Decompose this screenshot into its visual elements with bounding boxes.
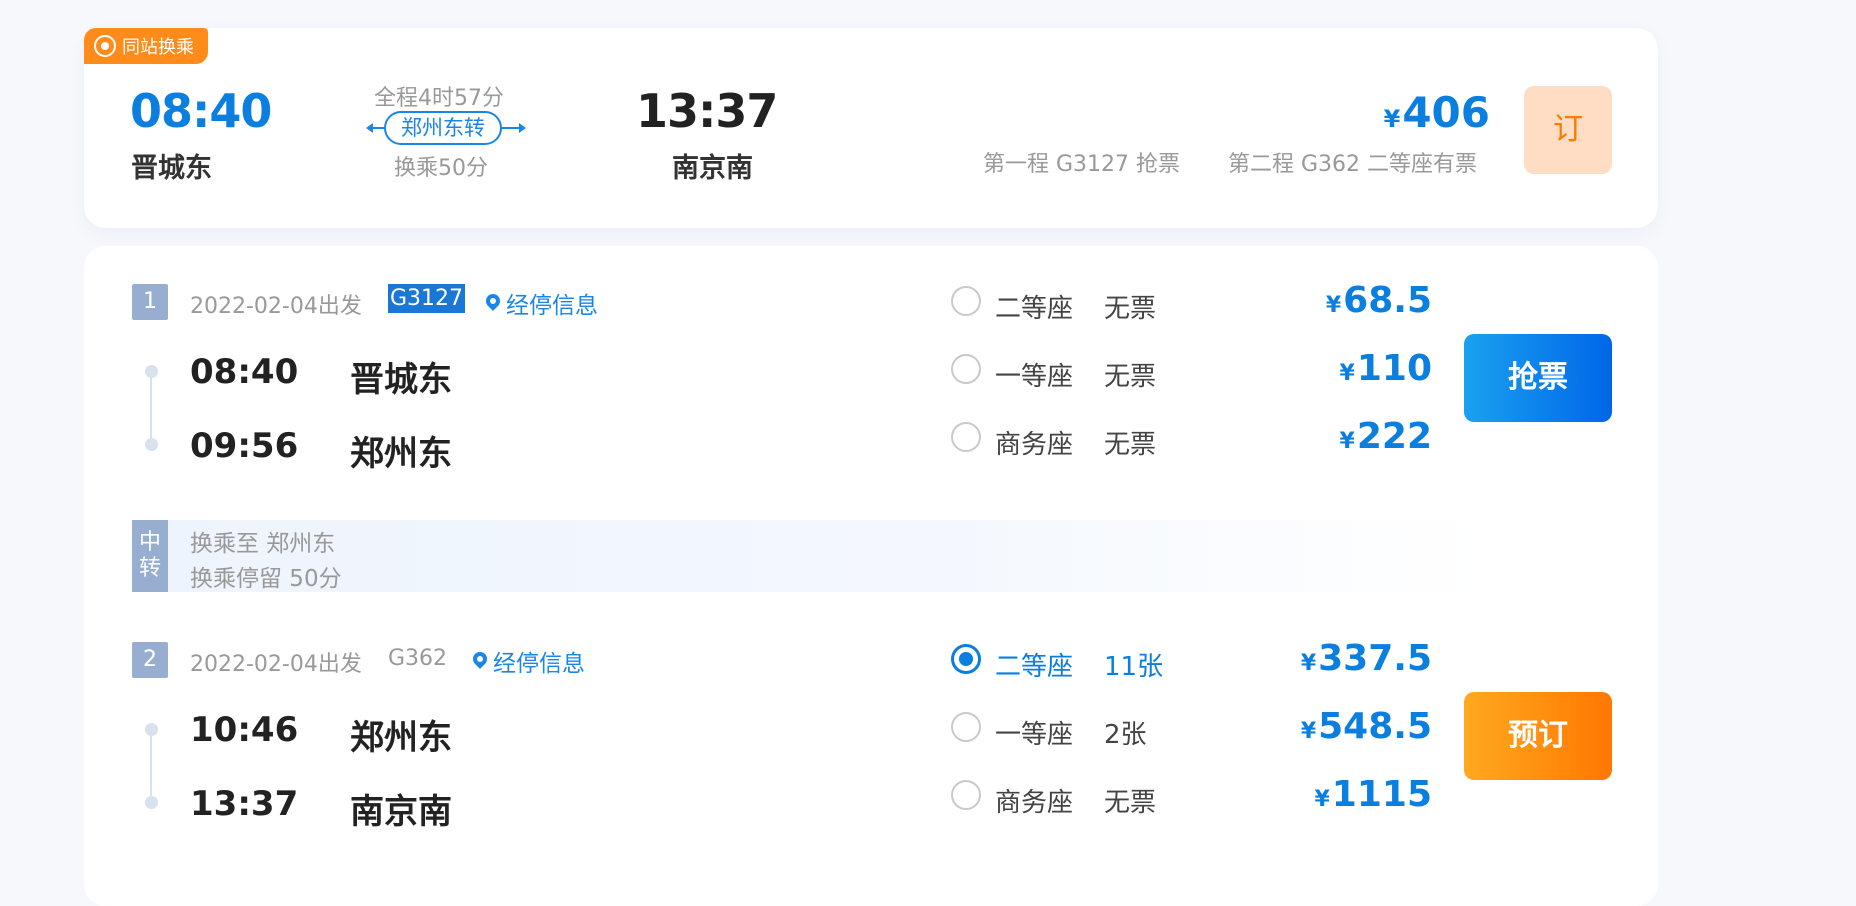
leg-2-seat-1st-price-value: 548.5: [1318, 706, 1432, 747]
transfer-icon: [94, 35, 116, 57]
leg-2-seat-1st-avail: 2张: [1104, 720, 1147, 750]
leg-2-stops-label[interactable]: 经停信息: [493, 644, 585, 678]
currency-symbol: ¥: [1383, 105, 1401, 133]
same-station-transfer-tag: 同站换乘: [84, 28, 208, 64]
leg-1-seat-2nd-price: ¥68.5: [1232, 280, 1432, 321]
leg-1-seat-1st-radio[interactable]: [951, 354, 981, 384]
leg-2-to-time: 13:37: [190, 784, 299, 824]
leg-1-seat-2nd-price-value: 68.5: [1343, 280, 1432, 321]
currency-symbol: ¥: [1314, 787, 1330, 812]
transfer-wait: 换乘50分: [394, 156, 488, 181]
leg-1-stops-link[interactable]: 经停信息: [483, 286, 598, 320]
leg-1-to-station: 郑州东: [350, 434, 452, 474]
leg-1-timeline: [150, 378, 152, 438]
leg-2-seat-business-name[interactable]: 商务座: [995, 782, 1073, 819]
depart-station: 晋城东: [131, 153, 212, 184]
route-line-left-tip: [366, 123, 373, 133]
leg-1-seat-business-avail: 无票: [1104, 430, 1157, 460]
leg-2-seat-2nd-name[interactable]: 二等座: [995, 646, 1073, 683]
leg-2-arrive-dot: [145, 796, 158, 809]
leg-2-index: 2: [132, 642, 168, 678]
arrive-station: 南京南: [672, 153, 753, 184]
total-price-value: 406: [1402, 88, 1490, 137]
leg-2-seat-1st-price: ¥548.5: [1232, 706, 1432, 747]
leg-1-seat-business-price-value: 222: [1356, 416, 1432, 457]
leg-1-seat-1st-price: ¥110: [1232, 348, 1432, 389]
leg-2-seat-business-price: ¥1115: [1232, 774, 1432, 815]
leg-1-to-time: 09:56: [190, 426, 299, 466]
leg1-status: 第一程 G3127 抢票: [983, 152, 1181, 177]
leg-1-arrive-dot: [145, 438, 158, 451]
currency-symbol: ¥: [1300, 651, 1317, 676]
leg-2-depart-dot: [145, 723, 158, 736]
transfer-stay: 换乘停留 50分: [190, 566, 342, 592]
leg-2-seat-business-price-value: 1115: [1331, 774, 1432, 815]
depart-time: 08:40: [130, 84, 272, 138]
location-pin-icon: [470, 649, 490, 669]
leg-2-from-station: 郑州东: [350, 718, 452, 758]
transfer-badge-line2: 转: [138, 556, 161, 581]
leg-1-train-no-text[interactable]: G3127: [388, 284, 466, 313]
leg-1-seat-business-radio[interactable]: [951, 422, 981, 452]
leg-2-seat-2nd-avail: 11张: [1104, 652, 1164, 682]
leg-2-train-no[interactable]: G362: [388, 646, 447, 671]
leg-1-from-station: 晋城东: [350, 360, 452, 400]
arrive-time: 13:37: [636, 84, 778, 138]
leg-2-seat-1st-radio[interactable]: [951, 712, 981, 742]
grab-ticket-button[interactable]: 抢票: [1464, 334, 1612, 422]
leg-1-seat-2nd-name[interactable]: 二等座: [995, 288, 1073, 325]
total-price: ¥406: [1340, 88, 1490, 137]
leg-1-index: 1: [132, 284, 168, 320]
location-pin-icon: [483, 291, 503, 311]
leg-1-date: 2022-02-04出发: [190, 294, 362, 319]
currency-symbol: ¥: [1325, 293, 1342, 318]
leg-2-date: 2022-02-04出发: [190, 652, 362, 677]
leg-2-from-time: 10:46: [190, 710, 299, 750]
currency-symbol: ¥: [1339, 429, 1355, 454]
leg-1-seat-2nd-avail: 无票: [1104, 294, 1157, 324]
transfer-badge-line1: 中: [138, 530, 161, 555]
book-leg-2-button[interactable]: 预订: [1464, 692, 1612, 780]
leg-1-train-no[interactable]: G3127: [388, 284, 466, 313]
leg-2-stops-link[interactable]: 经停信息: [470, 644, 585, 678]
leg-2-seat-2nd-price: ¥337.5: [1232, 638, 1432, 679]
currency-symbol: ¥: [1300, 719, 1317, 744]
leg-2-seat-2nd-price-value: 337.5: [1318, 638, 1432, 679]
leg-2-seat-1st-name[interactable]: 一等座: [995, 714, 1073, 751]
leg-1-seat-business-name[interactable]: 商务座: [995, 424, 1073, 461]
transfer-to: 换乘至 郑州东: [190, 531, 336, 557]
leg-1-depart-dot: [145, 365, 158, 378]
leg-2-timeline: [150, 736, 152, 796]
leg-2-seat-business-avail: 无票: [1104, 788, 1157, 818]
transfer-badge: 中 转: [132, 520, 168, 592]
transfer-station-pill: 郑州东转: [384, 111, 502, 145]
book-route-button[interactable]: 订: [1524, 86, 1612, 174]
route-line-right-tip: [519, 123, 526, 133]
leg-1-seat-2nd-radio[interactable]: [951, 286, 981, 316]
total-duration: 全程4时57分: [374, 86, 504, 111]
tag-label: 同站换乘: [122, 37, 194, 58]
leg-2-seat-2nd-radio[interactable]: [951, 644, 981, 674]
currency-symbol: ¥: [1339, 361, 1355, 386]
leg2-status: 第二程 G362 二等座有票: [1228, 152, 1478, 177]
leg-1-stops-label[interactable]: 经停信息: [506, 286, 598, 320]
leg-1-from-time: 08:40: [190, 352, 299, 392]
leg-2-to-station: 南京南: [350, 792, 452, 832]
leg-1-seat-1st-avail: 无票: [1104, 362, 1157, 392]
leg-1-seat-1st-price-value: 110: [1356, 348, 1432, 389]
leg-1-seat-1st-name[interactable]: 一等座: [995, 356, 1073, 393]
leg-1-seat-business-price: ¥222: [1232, 416, 1432, 457]
leg-2-seat-business-radio[interactable]: [951, 780, 981, 810]
